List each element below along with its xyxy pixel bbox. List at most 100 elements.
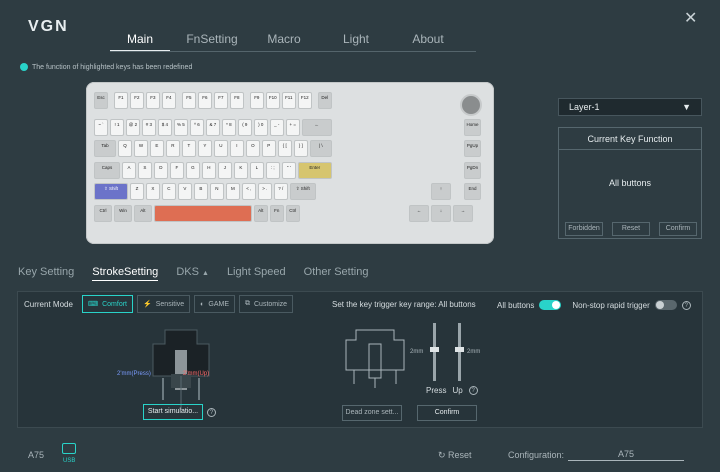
key[interactable]: Ctrl — [94, 204, 112, 222]
key[interactable]: E — [149, 140, 164, 158]
key[interactable]: ⇧ Shift — [94, 183, 128, 201]
layer-select[interactable]: Layer-1 ▼ — [558, 98, 702, 116]
key[interactable]: A — [121, 161, 136, 179]
key[interactable]: Alt — [133, 204, 152, 222]
key[interactable]: L — [249, 161, 264, 179]
reset-key-button[interactable]: Reset — [612, 222, 650, 236]
key[interactable]: : ; — [265, 161, 280, 179]
simulation-info-icon[interactable]: ? — [207, 408, 216, 417]
info-icon[interactable]: ? — [681, 300, 691, 310]
knob[interactable] — [460, 94, 482, 116]
key[interactable]: * 8 — [221, 118, 236, 136]
tab-other-setting[interactable]: Other Setting — [304, 266, 369, 281]
all-buttons-toggle[interactable] — [539, 300, 562, 310]
key[interactable]: F9 — [249, 92, 264, 109]
key[interactable]: @ 2 — [125, 118, 140, 136]
confirm-button[interactable]: Confirm — [417, 405, 477, 421]
key[interactable]: X — [145, 183, 160, 201]
reset-button[interactable]: ↻ Reset — [438, 450, 472, 461]
key[interactable]: J — [217, 161, 232, 179]
key[interactable]: U — [213, 140, 228, 158]
key[interactable]: Ctrl — [285, 204, 300, 222]
key[interactable]: Q — [117, 140, 132, 158]
arrow-key[interactable]: ↑ — [431, 183, 451, 201]
start-simulation-button[interactable]: Start simulatio... — [143, 404, 203, 420]
key[interactable]: P — [261, 140, 276, 158]
key[interactable]: F8 — [229, 92, 244, 109]
key[interactable]: PgUp — [464, 140, 481, 158]
key[interactable]: ^ 6 — [189, 118, 204, 136]
key[interactable]: | \ — [309, 140, 332, 158]
key[interactable]: S — [137, 161, 152, 179]
tab-fnsetting[interactable]: FnSetting — [182, 32, 242, 51]
key[interactable]: # 3 — [141, 118, 156, 136]
confirm-key-button[interactable]: Confirm — [659, 222, 697, 236]
key[interactable]: G — [185, 161, 200, 179]
mode-sensitive[interactable]: ⚡ Sensitive — [137, 295, 191, 313]
mode-game[interactable]: ◐ GAME — [194, 295, 235, 313]
key[interactable]: F1 — [113, 92, 128, 109]
key[interactable]: % 5 — [173, 118, 188, 136]
key[interactable]: + = — [285, 118, 300, 136]
key[interactable]: O — [245, 140, 260, 158]
key[interactable]: M — [225, 183, 240, 201]
key[interactable]: ⇧ Shift — [289, 183, 316, 201]
key[interactable]: ) 0 — [253, 118, 268, 136]
tab-key-setting[interactable]: Key Setting — [18, 266, 74, 281]
key[interactable]: ← — [301, 118, 332, 136]
key[interactable]: F6 — [197, 92, 212, 109]
key[interactable]: Caps — [94, 161, 120, 179]
tab-main[interactable]: Main — [110, 32, 170, 51]
key[interactable]: F2 — [129, 92, 144, 109]
mode-customize[interactable]: ⧉ Customize — [239, 295, 294, 313]
key[interactable]: C — [161, 183, 176, 201]
key[interactable]: ( 9 — [237, 118, 252, 136]
key[interactable]: Enter — [297, 161, 332, 179]
key[interactable]: & 7 — [205, 118, 220, 136]
arrow-key[interactable]: → — [453, 204, 473, 222]
key[interactable]: Home — [464, 118, 481, 136]
key[interactable]: F12 — [297, 92, 312, 109]
key[interactable]: } ] — [293, 140, 308, 158]
key[interactable]: Tab — [94, 140, 116, 158]
key[interactable] — [153, 204, 252, 222]
key[interactable]: R — [165, 140, 180, 158]
key[interactable]: N — [209, 183, 224, 201]
key[interactable]: Alt — [253, 204, 268, 222]
tab-light-speed[interactable]: Light Speed — [227, 266, 286, 281]
key[interactable]: _ - — [269, 118, 284, 136]
key[interactable]: H — [201, 161, 216, 179]
key[interactable]: ? / — [273, 183, 288, 201]
tab-macro[interactable]: Macro — [254, 32, 314, 51]
up-slider[interactable] — [455, 323, 464, 381]
key[interactable]: $ 4 — [157, 118, 172, 136]
key[interactable]: F3 — [145, 92, 160, 109]
close-icon[interactable]: ✕ — [684, 8, 697, 28]
key[interactable]: T — [181, 140, 196, 158]
key[interactable]: { [ — [277, 140, 292, 158]
key[interactable]: K — [233, 161, 248, 179]
key[interactable]: Y — [197, 140, 212, 158]
key[interactable]: I — [229, 140, 244, 158]
nonstop-toggle[interactable] — [654, 300, 677, 310]
key[interactable]: < , — [241, 183, 256, 201]
key[interactable]: ! 1 — [109, 118, 124, 136]
key[interactable]: F11 — [281, 92, 296, 109]
key[interactable]: Esc — [94, 92, 108, 109]
key[interactable]: > . — [257, 183, 272, 201]
forbidden-button[interactable]: Forbidden — [565, 222, 603, 236]
key[interactable]: F5 — [181, 92, 196, 109]
tab-dks[interactable]: DKS ▲ — [176, 266, 209, 281]
configuration-select[interactable]: A75 — [568, 449, 684, 461]
key[interactable]: End — [464, 183, 481, 201]
key[interactable]: W — [133, 140, 148, 158]
tab-stroke-setting[interactable]: StrokeSetting — [92, 266, 159, 281]
key[interactable]: Del — [317, 92, 332, 109]
key[interactable]: Win — [113, 204, 132, 222]
arrow-key[interactable]: ↓ — [431, 204, 451, 222]
arrow-key[interactable]: ← — [409, 204, 429, 222]
key[interactable]: Fn — [269, 204, 284, 222]
key[interactable]: B — [193, 183, 208, 201]
key[interactable]: F4 — [161, 92, 176, 109]
key[interactable]: Z — [129, 183, 144, 201]
